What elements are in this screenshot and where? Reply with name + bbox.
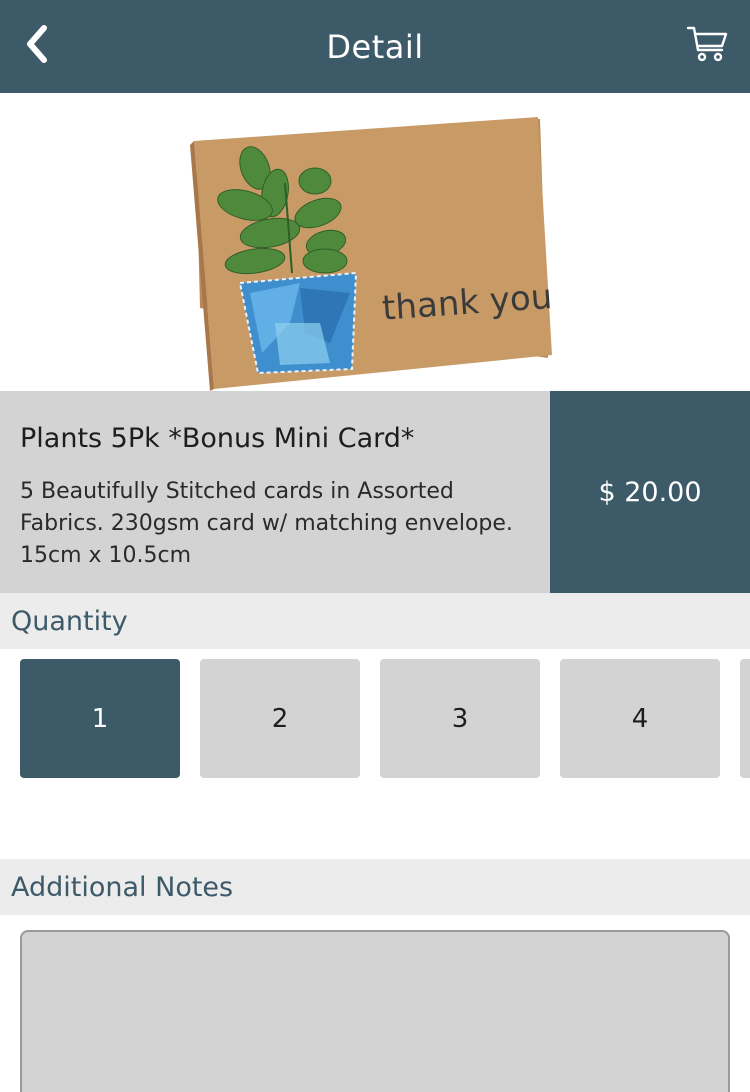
product-image: thank you (0, 93, 750, 391)
additional-notes-input[interactable] (20, 930, 730, 1092)
quantity-option-1[interactable]: 1 (20, 659, 180, 778)
cart-icon (686, 26, 728, 62)
product-info: Plants 5Pk *Bonus Mini Card* 5 Beautiful… (0, 391, 750, 593)
quantity-option-3[interactable]: 3 (380, 659, 540, 778)
product-price: $ 20.00 (550, 391, 750, 593)
quantity-option-next[interactable] (740, 659, 750, 778)
cart-button[interactable] (686, 22, 730, 64)
chevron-left-icon (27, 25, 47, 63)
quantity-label: Quantity (0, 593, 750, 649)
product-text-panel: Plants 5Pk *Bonus Mini Card* 5 Beautiful… (0, 391, 550, 593)
greeting-card-illustration: thank you (190, 117, 553, 391)
back-button[interactable] (18, 24, 58, 64)
quantity-option-4[interactable]: 4 (560, 659, 720, 778)
additional-notes-label: Additional Notes (0, 859, 750, 915)
page-title: Detail (326, 27, 424, 66)
quantity-option-2[interactable]: 2 (200, 659, 360, 778)
quantity-selector: 1 2 3 4 (20, 659, 750, 778)
app-header: Detail (0, 0, 750, 93)
product-name: Plants 5Pk *Bonus Mini Card* (20, 423, 415, 454)
product-description: 5 Beautifully Stitched cards in Assorted… (20, 479, 513, 568)
